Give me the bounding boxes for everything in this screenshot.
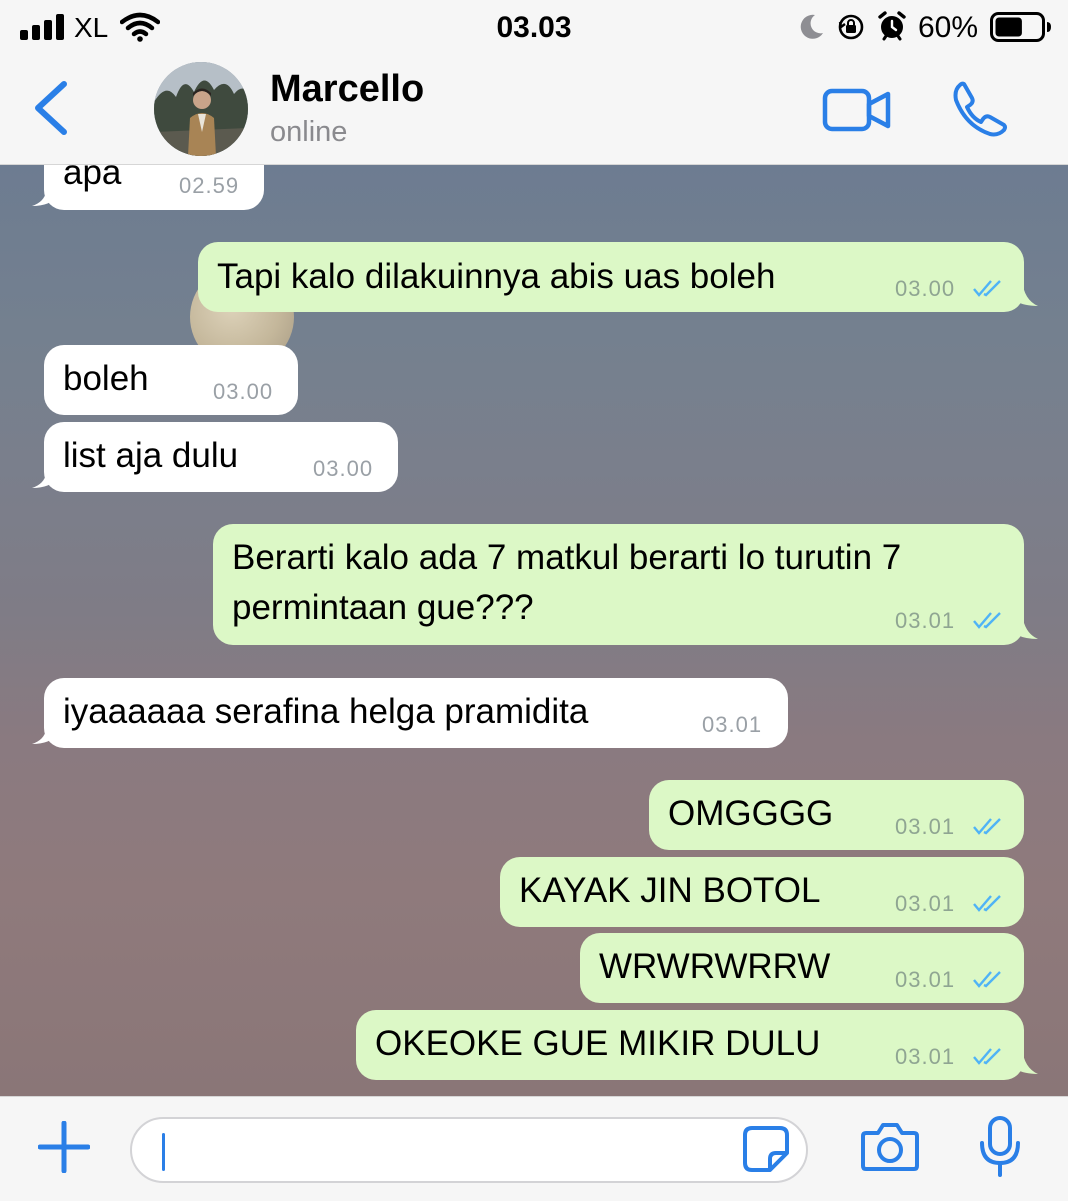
message-time: 02.59 bbox=[179, 173, 240, 198]
message-time: 03.01 bbox=[895, 608, 956, 633]
incoming-message[interactable]: apa 02.59 bbox=[32, 165, 264, 210]
chat-header: Marcello online bbox=[0, 56, 1068, 165]
battery-percentage: 60% bbox=[918, 11, 979, 44]
message-time: 03.01 bbox=[702, 712, 763, 737]
message-time: 03.01 bbox=[895, 1044, 956, 1069]
text-cursor bbox=[162, 1133, 165, 1171]
message-time: 03.01 bbox=[895, 967, 956, 992]
message-time: 03.00 bbox=[213, 379, 274, 404]
read-receipt-icon bbox=[973, 818, 1001, 835]
bubble-tail bbox=[1010, 1048, 1038, 1074]
chat-messages[interactable]: apa 02.59 Tapi kalo dilakuinnya abis uas… bbox=[0, 165, 1068, 1096]
message-text: iyaaaaaa serafina helga pramidita bbox=[63, 692, 589, 731]
incoming-message[interactable]: iyaaaaaa serafina helga pramidita 03.01 bbox=[32, 678, 788, 748]
status-bar: XL 03.03 60% bbox=[0, 0, 1068, 56]
camera-button[interactable] bbox=[860, 1119, 920, 1173]
read-receipt-icon bbox=[973, 612, 1001, 629]
incoming-message[interactable]: list aja dulu 03.00 bbox=[32, 422, 398, 492]
contact-name[interactable]: Marcello bbox=[270, 68, 424, 111]
outgoing-message[interactable]: OMGGGG 03.01 bbox=[649, 780, 1024, 850]
profile-photo bbox=[154, 62, 248, 156]
message-text-line-2: permintaan gue??? bbox=[232, 588, 534, 627]
message-time: 03.00 bbox=[895, 276, 956, 301]
message-time: 03.01 bbox=[895, 814, 956, 839]
message-text: OKEOKE GUE MIKIR DULU bbox=[375, 1024, 821, 1063]
message-text: OMGGGG bbox=[668, 794, 834, 833]
message-text-line-1: Berarti kalo ada 7 matkul berarti lo tur… bbox=[232, 538, 902, 577]
bubble-tail bbox=[1010, 613, 1038, 639]
message-time: 03.00 bbox=[313, 456, 374, 481]
bubble-tail bbox=[32, 462, 58, 488]
incoming-message[interactable]: boleh 03.00 bbox=[44, 345, 298, 415]
bubble-tail bbox=[1010, 280, 1038, 306]
voice-call-button[interactable] bbox=[950, 80, 1008, 138]
message-input[interactable] bbox=[130, 1117, 808, 1183]
message-text: WRWRWRRW bbox=[599, 947, 831, 986]
read-receipt-icon bbox=[973, 971, 1001, 988]
rotation-lock-icon bbox=[838, 14, 864, 40]
message-text: Tapi kalo dilakuinnya abis uas boleh bbox=[217, 257, 776, 296]
back-button[interactable] bbox=[28, 78, 72, 138]
outgoing-message[interactable]: Tapi kalo dilakuinnya abis uas boleh 03.… bbox=[198, 242, 1038, 312]
outgoing-message[interactable]: Berarti kalo ada 7 matkul berarti lo tur… bbox=[213, 524, 1038, 645]
outgoing-message[interactable]: KAYAK JIN BOTOL 03.01 bbox=[500, 857, 1024, 927]
bubble-tail bbox=[32, 180, 58, 206]
avatar[interactable] bbox=[154, 62, 248, 156]
outgoing-message[interactable]: OKEOKE GUE MIKIR DULU 03.01 bbox=[356, 1010, 1038, 1080]
message-text: list aja dulu bbox=[63, 436, 239, 475]
microphone-button[interactable] bbox=[978, 1115, 1022, 1179]
outgoing-message[interactable]: WRWRWRRW 03.01 bbox=[580, 933, 1024, 1003]
attach-plus-button[interactable] bbox=[38, 1121, 90, 1173]
bubble-tail bbox=[32, 718, 58, 744]
sticker-button[interactable] bbox=[742, 1125, 790, 1173]
message-text: KAYAK JIN BOTOL bbox=[519, 871, 821, 910]
read-receipt-icon bbox=[973, 280, 1001, 297]
alarm-icon bbox=[878, 11, 906, 41]
do-not-disturb-icon bbox=[800, 14, 823, 39]
contact-status: online bbox=[270, 116, 348, 148]
battery-icon bbox=[990, 12, 1051, 42]
message-time: 03.01 bbox=[895, 891, 956, 916]
message-composer bbox=[0, 1096, 1068, 1201]
read-receipt-icon bbox=[973, 1048, 1001, 1065]
message-text: boleh bbox=[63, 359, 149, 398]
video-call-button[interactable] bbox=[822, 86, 892, 134]
read-receipt-icon bbox=[973, 895, 1001, 912]
message-text: apa bbox=[63, 165, 122, 192]
